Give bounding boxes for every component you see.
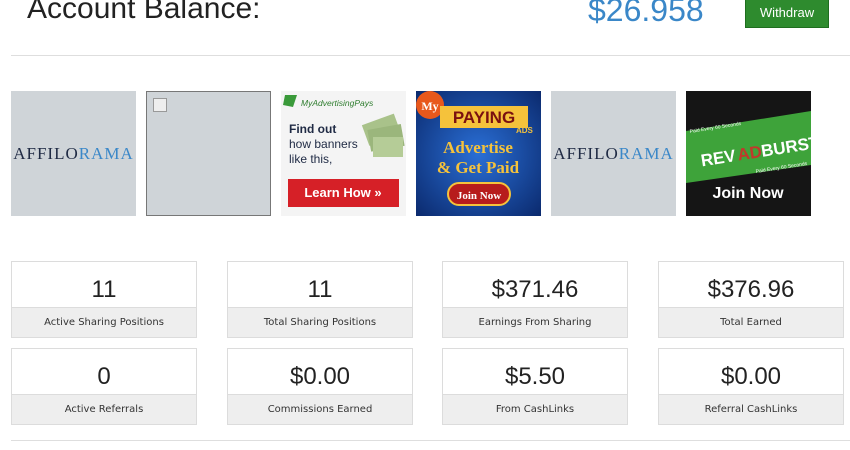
svg-text:Find out: Find out [289,122,336,136]
join-now-cta: Join Now [457,190,501,202]
withdraw-button[interactable]: Withdraw [745,0,829,28]
stat-label: Active Referrals [12,394,196,424]
stat-label: Total Earned [659,307,843,337]
svg-text:Advertise: Advertise [443,138,513,157]
stat-value: $0.00 [720,363,782,390]
affilorama-logo-text: AFFILORAMA [553,143,674,163]
balance-value: $26.958 [588,0,704,28]
svg-text:AD: AD [736,142,763,165]
learn-how-cta: Learn How » [304,185,381,200]
divider-bottom [11,440,850,441]
stat-card-referral-cashlinks: $0.00 Referral CashLinks [658,348,844,425]
svg-text:& Get Paid: & Get Paid [437,158,520,177]
stat-value: $376.96 [707,276,795,303]
stat-label: Earnings From Sharing [443,307,627,337]
stat-card-earnings-from-sharing: $371.46 Earnings From Sharing [442,261,628,338]
banner-affilorama[interactable]: AFFILORAMA [11,91,136,216]
svg-text:PAYING: PAYING [453,108,515,127]
stat-label: From CashLinks [443,394,627,424]
banner-mypayingads[interactable]: My PAYING ADS Advertise & Get Paid Join … [416,91,541,216]
stat-value: $0.00 [289,363,351,390]
broken-image-icon [153,98,167,112]
stat-label: Total Sharing Positions [228,307,412,337]
brand-text: MyAdvertisingPays [301,98,374,108]
stat-value: 0 [97,363,111,390]
stat-label: Active Sharing Positions [12,307,196,337]
svg-text:My: My [421,99,438,113]
stat-card-active-referrals: 0 Active Referrals [11,348,197,425]
revadburst-artwork: Paid Every 60 Seconds REV AD BURST Paid … [686,91,811,216]
banner-myadvertisingpays[interactable]: MyAdvertisingPays Find out how banners l… [281,91,406,216]
myadvertisingpays-artwork: MyAdvertisingPays Find out how banners l… [281,91,406,216]
stat-label: Commissions Earned [228,394,412,424]
stat-value: 11 [307,276,333,303]
stat-value: $371.46 [491,276,579,303]
banner-broken-image[interactable] [146,91,271,216]
stat-value: 11 [91,276,117,303]
stat-value: $5.50 [504,363,566,390]
balance-label: Account Balance: [27,0,261,25]
stat-card-commissions-earned: $0.00 Commissions Earned [227,348,413,425]
banner-revadburst[interactable]: Paid Every 60 Seconds REV AD BURST Paid … [686,91,811,216]
svg-text:how banners: how banners [289,137,358,151]
stat-card-active-sharing-positions: 11 Active Sharing Positions [11,261,197,338]
stat-card-total-sharing-positions: 11 Total Sharing Positions [227,261,413,338]
mypayingads-artwork: My PAYING ADS Advertise & Get Paid Join … [416,91,541,216]
stat-label: Referral CashLinks [659,394,843,424]
banner-affilorama-2[interactable]: AFFILORAMA [551,91,676,216]
svg-text:ADS: ADS [516,126,534,135]
stat-card-total-earned: $376.96 Total Earned [658,261,844,338]
svg-text:like this,: like this, [289,152,332,166]
affilorama-logo-text: AFFILORAMA [13,143,134,163]
revadburst-join-cta: Join Now [712,185,784,202]
stat-card-from-cashlinks: $5.50 From CashLinks [442,348,628,425]
divider-top [11,55,850,56]
